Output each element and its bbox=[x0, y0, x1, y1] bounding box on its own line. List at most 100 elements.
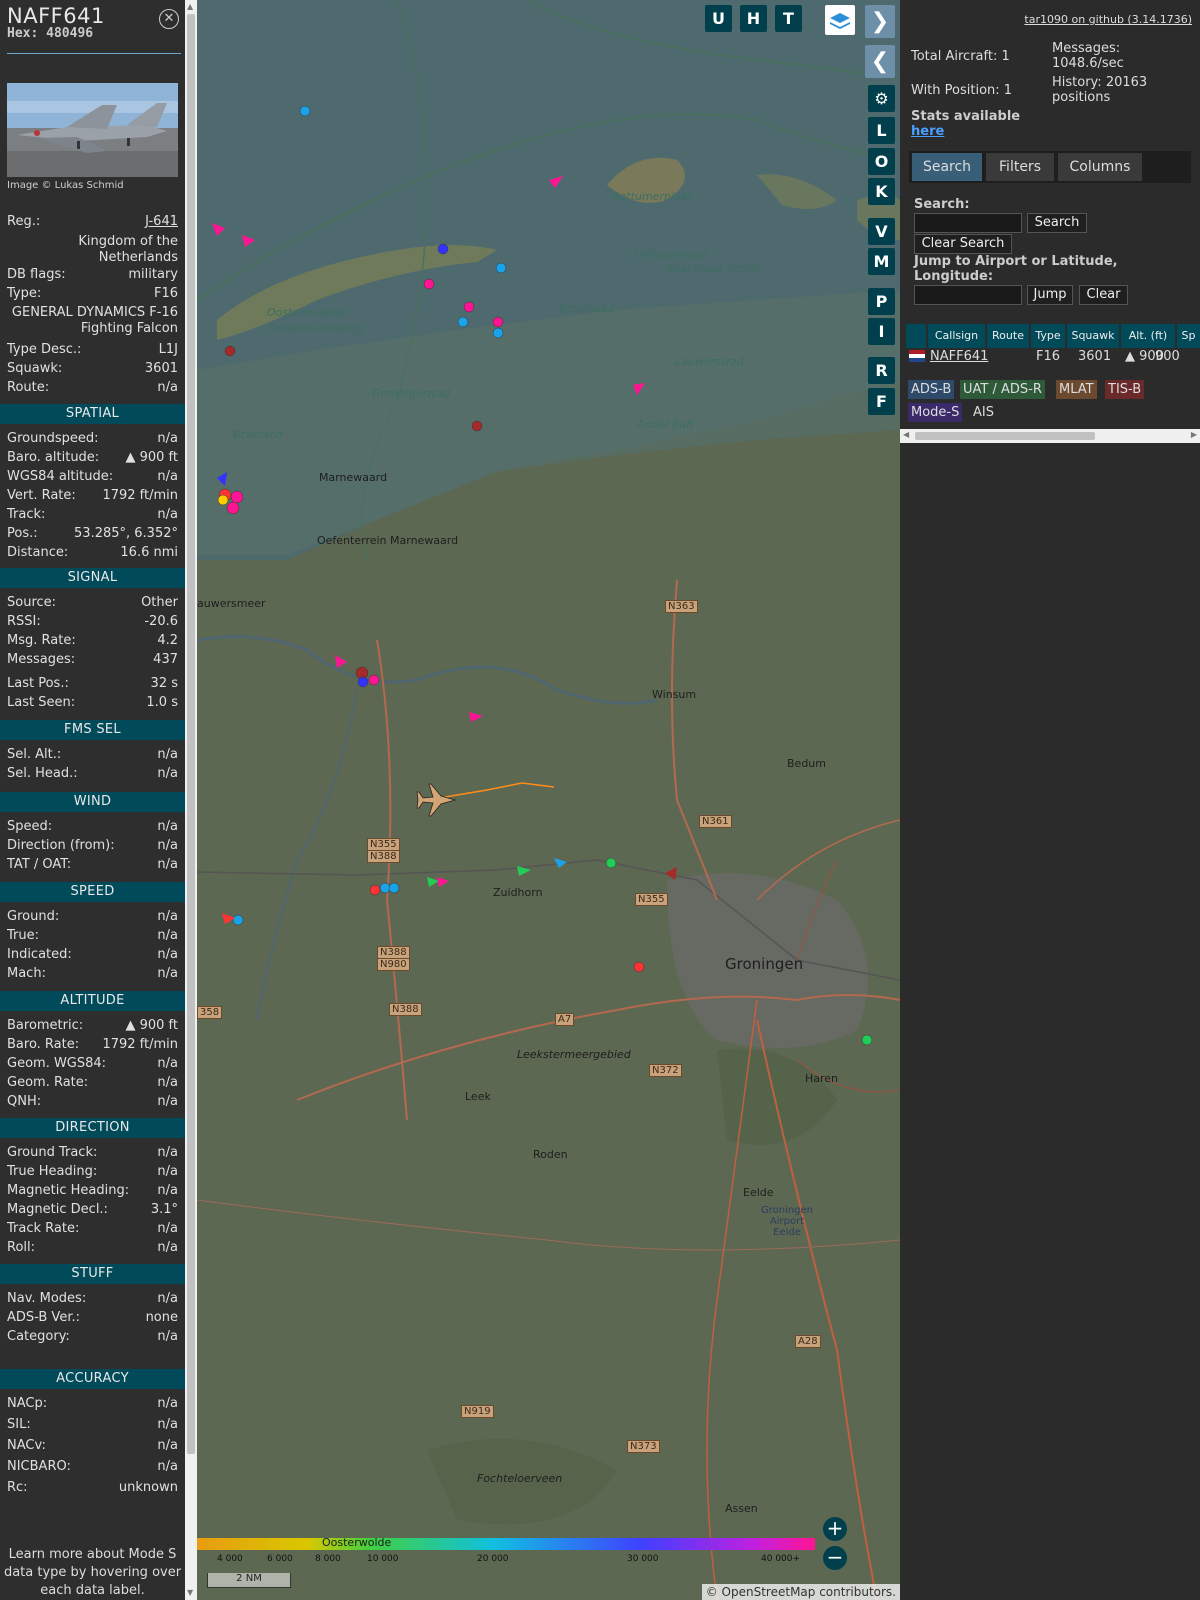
close-icon[interactable]: ✕ bbox=[159, 9, 179, 29]
netherlands-flag-icon bbox=[909, 350, 925, 362]
tab-search[interactable]: Search bbox=[912, 153, 982, 181]
search-button[interactable]: Search bbox=[1027, 213, 1087, 233]
map-label: Groningen bbox=[725, 955, 804, 973]
map-label: Brakrand bbox=[233, 428, 284, 441]
total-aircraft: Total Aircraft: 1 bbox=[911, 49, 1010, 64]
map-label: Roden bbox=[533, 1148, 568, 1161]
road-label: A28 bbox=[795, 1335, 821, 1348]
col-altitude[interactable]: Alt. (ft) bbox=[1121, 324, 1175, 348]
type-full-name: GENERAL DYNAMICS F-16 Fighting Falcon bbox=[11, 305, 178, 336]
clear-search-button[interactable]: Clear Search bbox=[914, 234, 1012, 254]
section-direction: DIRECTION bbox=[0, 1118, 185, 1138]
chevron-left-icon[interactable]: ❮ bbox=[865, 45, 895, 78]
map-button-r[interactable]: R bbox=[868, 357, 895, 384]
row-squawk: 3601 bbox=[1078, 349, 1112, 364]
map-button-t[interactable]: T bbox=[775, 5, 802, 32]
gear-icon[interactable]: ⚙ bbox=[868, 85, 895, 112]
map-canvas[interactable] bbox=[197, 0, 900, 1600]
detail-type: Type: F16 bbox=[7, 286, 178, 301]
row-type: F16 bbox=[1036, 349, 1061, 364]
road-label: N388 bbox=[389, 1003, 422, 1016]
row-accuracy-1: SIL: n/a bbox=[7, 1417, 178, 1432]
map-button-h[interactable]: H bbox=[740, 5, 767, 32]
search-label: Search: bbox=[914, 197, 970, 212]
detail-db-flags: DB flags: military bbox=[7, 267, 178, 282]
map-label: Schiermonnikoog bbox=[267, 322, 363, 335]
map-button-l[interactable]: L bbox=[868, 117, 895, 144]
layers-icon[interactable] bbox=[825, 5, 855, 35]
altitude-legend-tick: 30 000 bbox=[627, 1554, 659, 1564]
road-label: N980 bbox=[377, 958, 410, 971]
map-button-p[interactable]: P bbox=[868, 288, 895, 315]
row-signal-0: Source: Other bbox=[7, 595, 178, 610]
tar1090-app: NAFF641 Hex: 480496 ✕ Image © Lukas Schm… bbox=[0, 0, 1200, 1600]
with-position: With Position: 1 bbox=[911, 83, 1013, 98]
map-label: Haren bbox=[805, 1072, 839, 1085]
col-callsign[interactable]: Callsign bbox=[928, 324, 985, 348]
altitude-legend-tick: 20 000 bbox=[477, 1554, 509, 1564]
row-speed-1: True: n/a bbox=[7, 928, 178, 943]
row-speed-2: Indicated: n/a bbox=[7, 947, 178, 962]
detail-type-desc: Type Desc.: L1J bbox=[7, 342, 178, 357]
info-panel-scrollbar[interactable]: ▲ ▼ bbox=[185, 0, 197, 1600]
road-label: N361 bbox=[699, 815, 732, 828]
altitude-legend-tick: 10 000 bbox=[367, 1554, 399, 1564]
row-speed-0: Ground: n/a bbox=[7, 909, 178, 924]
road-label: A7 bbox=[555, 1013, 575, 1026]
map-label: Lauwerswad bbox=[675, 355, 744, 368]
section-fms: FMS SEL bbox=[0, 720, 185, 740]
registration-link[interactable]: J-641 bbox=[145, 214, 178, 229]
row-accuracy-3: NICBARO: n/a bbox=[7, 1459, 178, 1474]
chevron-right-icon[interactable]: ❯ bbox=[865, 5, 895, 38]
aircraft-photo[interactable] bbox=[7, 83, 178, 177]
map-button-v[interactable]: V bbox=[868, 218, 895, 245]
road-label: N919 bbox=[461, 1405, 494, 1418]
map-button-m[interactable]: M bbox=[868, 248, 895, 275]
map-label: Oefenterrein Marnewaard bbox=[317, 534, 459, 547]
map-button-f[interactable]: F bbox=[868, 388, 895, 415]
row-wind-2: TAT / OAT: n/a bbox=[7, 857, 178, 872]
jump-button[interactable]: Jump bbox=[1027, 285, 1073, 305]
zoom-in-button[interactable]: + bbox=[823, 1517, 847, 1541]
map-button-i[interactable]: I bbox=[868, 318, 895, 345]
row-signal-1: RSSI: -20.6 bbox=[7, 614, 178, 629]
row-speed-3: Mach: n/a bbox=[7, 966, 178, 981]
table-horizontal-scrollbar[interactable]: ◀ ▶ bbox=[900, 429, 1200, 443]
map-attribution[interactable]: © OpenStreetMap contributors. bbox=[701, 1584, 900, 1600]
map-label: Andel Bult bbox=[637, 418, 694, 431]
road-label: N372 bbox=[649, 1064, 682, 1077]
clear-button[interactable]: Clear bbox=[1079, 285, 1128, 305]
learn-more-text: Learn more about Mode S data type by hov… bbox=[3, 1547, 182, 1598]
stats-here-link[interactable]: here bbox=[911, 124, 944, 139]
altitude-legend-bar bbox=[197, 1538, 815, 1550]
detail-squawk: Squawk: 3601 bbox=[7, 361, 178, 376]
row-callsign[interactable]: NAFF641 bbox=[930, 347, 988, 367]
map-view[interactable]: Rottumerplaat Uithuizerwad Boschwad-Schild… bbox=[197, 0, 900, 1600]
row-fms-0: Sel. Alt.: n/a bbox=[7, 747, 178, 762]
col-route[interactable]: Route bbox=[987, 324, 1029, 348]
road-label: N388 bbox=[367, 850, 400, 863]
aircraft-callsign: NAFF641 bbox=[7, 4, 105, 28]
map-button-k[interactable]: K bbox=[868, 178, 895, 205]
github-link[interactable]: tar1090 on github (3.14.1736) bbox=[1024, 13, 1192, 26]
map-button-o[interactable]: O bbox=[868, 148, 895, 175]
col-speed[interactable]: Sp bbox=[1177, 324, 1200, 348]
row-wind-0: Speed: n/a bbox=[7, 819, 178, 834]
col-squawk[interactable]: Squawk bbox=[1067, 324, 1119, 348]
row-altitude-0: Barometric: ▲ 900 ft bbox=[7, 1018, 178, 1033]
search-input[interactable] bbox=[914, 213, 1022, 233]
map-label: Eelde bbox=[743, 1186, 774, 1199]
map-button-u[interactable]: U bbox=[705, 5, 732, 32]
col-type[interactable]: Type bbox=[1031, 324, 1065, 348]
source-mlat: MLAT bbox=[1056, 380, 1097, 399]
map-label: Bedum bbox=[787, 757, 826, 770]
tab-filters[interactable]: Filters bbox=[986, 153, 1054, 181]
zoom-out-button[interactable]: − bbox=[823, 1546, 847, 1570]
detail-route: Route: n/a bbox=[7, 380, 178, 395]
section-speed: SPEED bbox=[0, 882, 185, 902]
source-ais: AIS bbox=[973, 405, 994, 420]
row-signal-3: Messages: 437 bbox=[7, 652, 178, 667]
tab-columns[interactable]: Columns bbox=[1058, 153, 1142, 181]
row-stuff-2: Category: n/a bbox=[7, 1329, 178, 1344]
jump-input[interactable] bbox=[914, 285, 1022, 305]
